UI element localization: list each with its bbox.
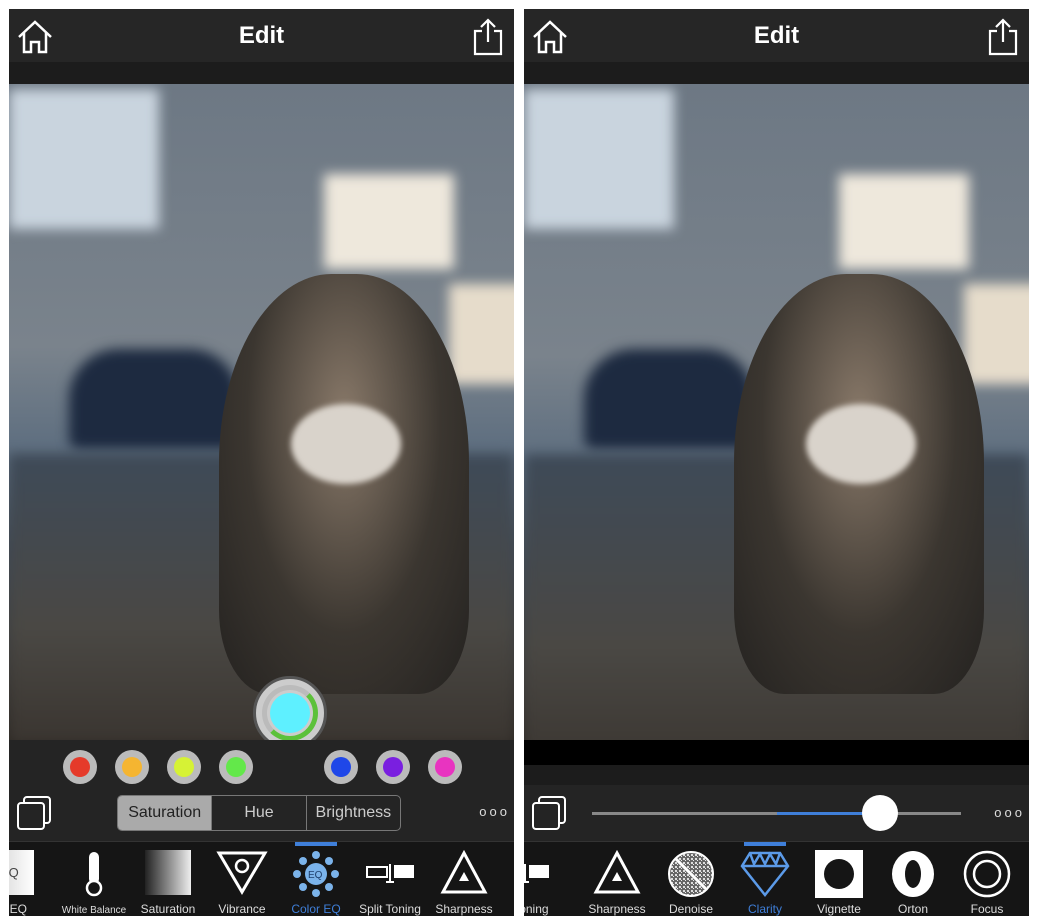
segment-saturation[interactable]: Saturation [118,796,213,830]
photo-preview[interactable] [9,84,514,740]
mode-segmented-control: Saturation Hue Brightness [117,795,401,831]
clarity-slider[interactable] [592,795,961,831]
color-eq-icon: EQ [293,851,339,897]
tool-sharpness[interactable]: Sharpness [580,842,654,916]
page-title: Edit [753,21,800,49]
split-toning-icon [524,864,549,883]
gradient-icon [145,850,191,895]
color-dot-magenta[interactable] [428,750,462,784]
color-dot-orange[interactable] [115,750,149,784]
color-dot-blue[interactable] [324,750,358,784]
tool-strip[interactable]: lit Toning Sharpness Denoise Clarity Vig… [524,841,1029,916]
more-button[interactable]: ooo [994,805,1025,820]
svg-text:EQ: EQ [308,870,323,881]
tool-white-balance[interactable]: White Balance [57,842,131,916]
share-icon[interactable] [468,17,508,57]
color-dot-purple[interactable] [376,750,410,784]
clarity-controls: ooo [524,785,1029,841]
segment-hue[interactable]: Hue [212,796,307,830]
home-icon[interactable] [530,17,570,57]
tool-orton[interactable]: Orton [876,842,950,916]
sharpness-icon [440,850,488,894]
tool-split-toning[interactable]: Split Toning [353,842,427,916]
svg-text:EQ: EQ [9,865,19,880]
tool-clarity[interactable]: Clarity [728,842,802,916]
segment-brightness[interactable]: Brightness [307,796,400,830]
compare-icon[interactable] [530,794,568,832]
right-screen: Edit ooo lit Toning Sharpness Denoise Cl… [524,9,1029,916]
color-eq-controls: Saturation Hue Brightness ooo [9,740,514,841]
thermometer-icon [85,852,103,897]
page-title: Edit [238,21,285,49]
header: Edit [9,9,514,62]
tool-color-eq[interactable]: EQ Color EQ [279,842,353,916]
tool-saturation[interactable]: Saturation [131,842,205,916]
focus-icon [963,850,1011,898]
vignette-icon [815,850,863,898]
vibrance-icon [216,851,268,895]
orton-icon [892,851,934,897]
denoise-icon [668,851,714,897]
tool-focus[interactable]: Focus [950,842,1024,916]
tool-denoise[interactable]: Denoise [654,842,728,916]
slider-knob[interactable] [861,795,898,831]
share-icon[interactable] [983,17,1023,57]
split-toning-icon [366,864,414,883]
home-icon[interactable] [15,17,55,57]
header: Edit [524,9,1029,62]
color-dot-green[interactable] [219,750,253,784]
color-eq-dial[interactable] [253,676,327,750]
tool-strip[interactable]: EQne EQ White Balance Saturation Vibranc… [9,841,514,916]
diamond-icon [740,851,790,898]
tool-tone-eq[interactable]: EQne EQ [9,842,47,916]
more-button[interactable]: ooo [479,804,510,819]
tone-eq-icon: EQ [9,850,34,895]
photo-preview[interactable] [524,84,1029,765]
tool-split-toning[interactable]: lit Toning [524,842,562,916]
left-screen: Edit Saturation Hue Brightness ooo EQne … [9,9,514,916]
tool-sharpness[interactable]: Sharpness [427,842,501,916]
color-dot-red[interactable] [63,750,97,784]
color-dot-yellow[interactable] [167,750,201,784]
sharpness-icon [593,850,641,894]
tool-vibrance[interactable]: Vibrance [205,842,279,916]
tool-vignette[interactable]: Vignette [802,842,876,916]
